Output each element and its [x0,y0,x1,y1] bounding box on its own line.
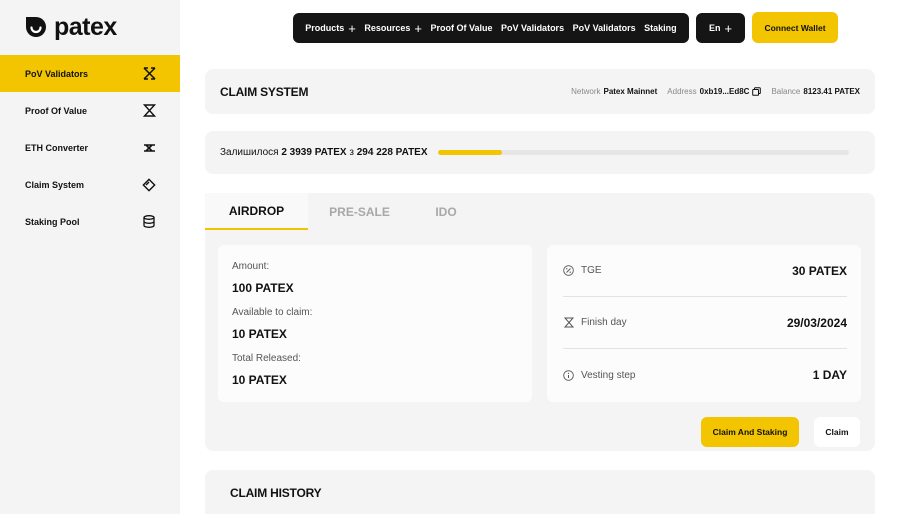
topnav-proof-of-value[interactable]: Proof Of Value [431,23,493,33]
top-nav: Products + Resources + Proof Of Value PoV … [293,13,689,43]
tge-label-group: TGE [563,265,602,276]
tge-label: TGE [581,265,602,276]
progress-text: Залишилося 2 3939 PATEX з 294 228 PATEX [220,147,428,158]
progress-bar-fill [437,150,503,155]
sidebar-item-staking-pool[interactable]: Staking Pool [0,203,180,240]
topnav-label: Products [305,23,345,33]
amount-value: 100 PATEX [232,281,294,295]
network-info: Network Patex Mainnet [571,87,657,96]
topnav-pov-validators-2[interactable]: PoV Validators [573,23,636,33]
progress-prefix: Залишилося [220,147,279,158]
tab-ido[interactable]: IDO [411,193,481,230]
vesting-info: TGE 30 PATEX Finish day 29/03/2024 Vesti… [547,245,861,402]
vesting-label: Vesting step [581,369,636,381]
amount-label: Amount: [232,261,270,272]
sidebar-item-claim-system[interactable]: Claim System [0,166,180,203]
vesting-label-group: Vesting step [563,370,635,381]
claim-panel: AIRDROP PRE-SALE IDO Amount: 100 PATEX A… [205,193,875,451]
vesting-step-row: Vesting step 1 DAY [563,349,847,401]
tab-pre-sale[interactable]: PRE-SALE [308,193,411,230]
sidebar: patex PoV Validators Proof Of Value ETH … [0,0,180,514]
brand-name: patex [54,13,117,41]
topnav-pov-validators[interactable]: PoV Validators [501,23,564,33]
pov-validators-icon [142,67,156,81]
claim-history: CLAIM HISTORY [205,470,875,514]
released-value: 10 PATEX [232,373,287,387]
progress-remaining: 2 3939 PATEX [281,147,347,158]
network-label: Network [571,87,601,96]
claim-ticket-icon [142,177,156,192]
claim-progress: Залишилося 2 3939 PATEX з 294 228 PATEX [205,131,875,174]
topnav-staking[interactable]: Staking [644,23,677,33]
address-info: Address 0xb19...Ed8C [667,87,762,96]
plus-icon: + [724,20,733,36]
address-value: 0xb19...Ed8C [699,87,750,96]
language-selector[interactable]: En + [696,13,745,43]
sidebar-item-label: Proof Of Value [25,105,88,116]
tge-value: 30 PATEX [792,263,847,278]
finish-value: 29/03/2024 [786,315,847,330]
finish-day-row: Finish day 29/03/2024 [563,297,847,349]
logo[interactable]: patex [24,14,117,40]
claim-and-staking-button[interactable]: Claim And Staking [701,417,799,447]
sidebar-item-eth-converter[interactable]: ETH Converter [0,129,180,166]
vesting-value: 1 DAY [812,368,847,382]
finish-label: Finish day [581,317,627,328]
progress-of: з [349,147,354,158]
converter-icon [142,141,156,155]
sidebar-item-label: Claim System [25,179,85,190]
sidebar-item-label: ETH Converter [25,142,89,153]
available-label: Available to claim: [232,307,313,318]
connect-wallet-button[interactable]: Connect Wallet [752,12,838,43]
sidebar-item-proof-of-value[interactable]: Proof Of Value [0,92,180,129]
history-title: CLAIM HISTORY [230,486,322,500]
claim-tabs: AIRDROP PRE-SALE IDO [205,193,481,230]
tab-airdrop[interactable]: AIRDROP [205,193,308,230]
released-label: Total Released: [232,353,301,364]
hourglass-icon [563,317,574,328]
sidebar-nav: PoV Validators Proof Of Value ETH Conver… [0,55,180,240]
balance-label: Balance [771,87,801,96]
claim-button[interactable]: Claim [814,417,860,447]
network-value: Patex Mainnet [603,87,658,96]
balance-info: Balance 8123.41 PATEX [771,87,860,96]
patex-logo-icon [26,17,46,37]
claim-header: CLAIM SYSTEM Network Patex Mainnet Addre… [205,69,875,114]
wallet-meta: Network Patex Mainnet Address 0xb19...Ed… [571,87,860,96]
progress-bar [437,150,849,155]
plus-icon: + [348,20,356,36]
hourglass-icon [142,104,156,118]
sidebar-item-label: PoV Validators [25,68,89,79]
tge-row: TGE 30 PATEX [563,245,847,297]
balance-value: 8123.41 PATEX [803,87,860,96]
coin-stack-icon [142,215,156,229]
progress-total: 294 228 PATEX [356,147,428,158]
plus-icon: + [414,20,422,36]
language-label: En [708,23,721,33]
percent-icon [563,265,574,276]
page-title: CLAIM SYSTEM [220,84,309,99]
info-icon [563,369,574,381]
sidebar-item-pov-validators[interactable]: PoV Validators [0,55,180,92]
address-label: Address [667,87,697,96]
topnav-products[interactable]: Products + [305,20,356,36]
topnav-resources[interactable]: Resources + [364,20,422,36]
copy-icon[interactable] [752,87,762,96]
amount-summary: Amount: 100 PATEX Available to claim: 10… [218,245,532,402]
available-value: 10 PATEX [232,327,287,341]
topnav-label: Resources [364,23,411,33]
sidebar-item-label: Staking Pool [25,216,80,227]
finish-label-group: Finish day [563,317,627,328]
